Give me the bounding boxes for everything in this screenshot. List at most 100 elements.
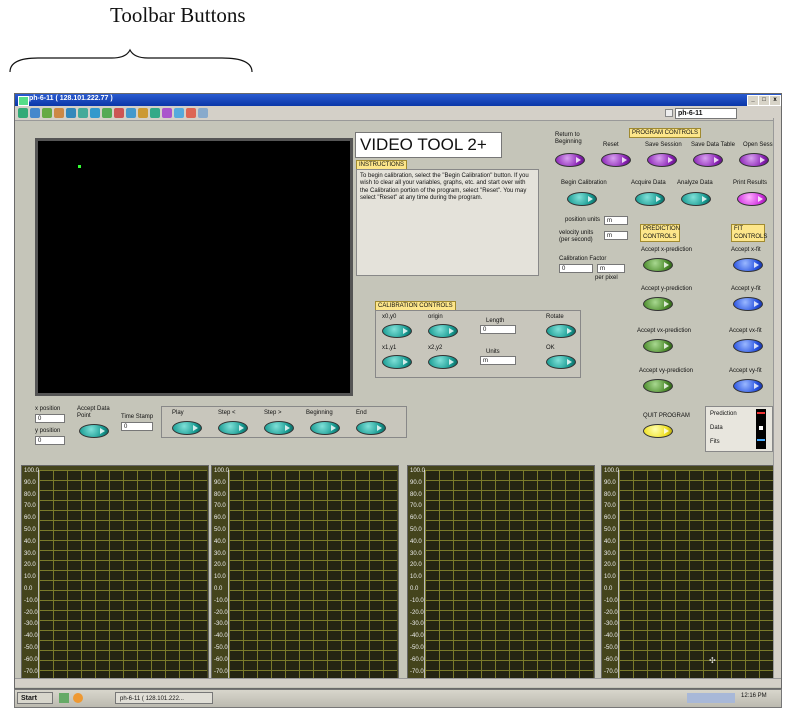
accept-y-prediction-button[interactable] (643, 297, 673, 311)
quicklaunch-icon[interactable] (59, 693, 69, 703)
x-position-label: x position (35, 406, 61, 412)
tool-icon[interactable] (174, 108, 184, 118)
plot-area[interactable] (618, 470, 781, 678)
accept-vx-prediction-label: Accept vx-prediction (637, 328, 692, 334)
y-axis-tick-label: 50.0 (214, 527, 226, 533)
tool-icon[interactable] (102, 108, 112, 118)
plot-area[interactable] (38, 470, 207, 678)
length-field[interactable]: 0 (480, 325, 516, 334)
position-units-label: position units (565, 217, 601, 223)
y-graph[interactable]: 100.0 90.0 80.0 70.0 60.0 50.0 40.0 30.0 20.0 10.… (211, 465, 399, 680)
y-axis-tick-label: 50.0 (24, 527, 36, 533)
return-to-beginning-button[interactable] (555, 153, 585, 167)
tool-icon[interactable] (54, 108, 64, 118)
set-x1y1-button[interactable] (382, 355, 412, 369)
arrow-tool-icon[interactable] (18, 108, 28, 118)
legend-fits-swatch (757, 439, 765, 441)
y-axis-tick-label: -30.0 (24, 621, 38, 628)
instructions-text: To begin calibration, select the "Begin … (356, 169, 539, 276)
rotate-button[interactable] (546, 324, 576, 338)
accept-x-fit-button[interactable] (733, 258, 763, 272)
accept-vx-prediction-button[interactable] (643, 339, 673, 353)
plot-area[interactable] (228, 470, 397, 678)
step-back-button[interactable] (218, 421, 248, 435)
position-units-field[interactable]: m (604, 216, 628, 225)
accept-vx-fit-button[interactable] (733, 339, 763, 353)
end-button[interactable] (356, 421, 386, 435)
y-axis-tick-label: 80.0 (24, 491, 36, 498)
taskbar-item-app[interactable]: ph-6-11 ( 128.101.222... (115, 692, 213, 704)
video-display[interactable] (35, 138, 353, 396)
program-controls-label: PROGRAM CONTROLS (629, 128, 702, 138)
set-origin-button[interactable] (428, 324, 458, 338)
start-button[interactable]: Start (17, 692, 53, 704)
origin-label: origin (428, 314, 443, 320)
accept-vy-fit-button[interactable] (733, 379, 763, 393)
save-session-button[interactable] (647, 153, 677, 167)
accept-y-fit-button[interactable] (733, 297, 763, 311)
tool-icon[interactable] (30, 108, 40, 118)
y-axis-tick-label: -70.0 (604, 668, 618, 675)
tool-icon[interactable] (66, 108, 76, 118)
y-axis-tick-label: 40.0 (24, 538, 36, 545)
plot-area[interactable] (424, 470, 593, 678)
tool-icon[interactable] (138, 108, 148, 118)
tool-icon[interactable] (150, 108, 160, 118)
calibration-factor-unit[interactable]: m (597, 264, 625, 273)
tool-icon[interactable] (42, 108, 52, 118)
set-x2y2-button[interactable] (428, 355, 458, 369)
velocity-units-label: velocity units (per second) (559, 230, 594, 243)
tool-icon[interactable] (126, 108, 136, 118)
vx-graph[interactable]: 100.0 90.0 80.0 70.0 60.0 50.0 40.0 30.0 20.0 10.… (407, 465, 595, 680)
tool-icon[interactable] (90, 108, 100, 118)
accept-vy-prediction-button[interactable] (643, 379, 673, 393)
y-axis-tick-label: 10.0 (410, 574, 422, 581)
open-session-label: Open Sess (743, 142, 773, 148)
tool-icon[interactable] (186, 108, 196, 118)
y-axis-tick-label: -60.0 (410, 656, 424, 663)
reset-button[interactable] (601, 153, 631, 167)
rotate-label: Rotate (546, 314, 564, 320)
analyze-data-button[interactable] (681, 192, 711, 206)
step-forward-button[interactable] (264, 421, 294, 435)
x-position-field: 0 (35, 414, 65, 423)
y-axis-tick-label: -50.0 (24, 645, 38, 651)
fit-controls-label: FIT CONTROLS (731, 224, 767, 242)
vertical-scrollbar[interactable] (773, 118, 781, 678)
tool-icon[interactable] (114, 108, 124, 118)
velocity-units-field[interactable]: m (604, 231, 628, 240)
accept-data-point-button[interactable] (79, 424, 109, 438)
system-tray-icons[interactable] (687, 693, 735, 703)
y-axis-tick-label: 100.0 (214, 468, 230, 474)
quit-program-button[interactable] (643, 424, 673, 438)
close-button[interactable]: x (769, 95, 781, 106)
ok-label: OK (546, 345, 555, 351)
tool-icon[interactable] (198, 108, 208, 118)
begin-calibration-button[interactable] (567, 192, 597, 206)
save-data-table-button[interactable] (693, 153, 723, 167)
browser-icon[interactable] (73, 693, 83, 703)
tool-icon[interactable] (162, 108, 172, 118)
calibration-factor-field[interactable]: 0 (559, 264, 593, 273)
x-graph[interactable]: 100.0 90.0 80.0 70.0 60.0 50.0 40.0 30.0 20.0 10.… (21, 465, 209, 680)
tool-icon[interactable] (78, 108, 88, 118)
play-button[interactable] (172, 421, 202, 435)
ok-button[interactable] (546, 355, 576, 369)
y-axis-tick-label: 50.0 (410, 527, 422, 533)
vy-graph[interactable]: 100.0 90.0 80.0 70.0 60.0 50.0 40.0 30.0 20.0 10.… (601, 465, 781, 680)
accept-x-prediction-button[interactable] (643, 258, 673, 272)
y-axis-tick-label: 60.0 (24, 515, 36, 522)
open-session-button[interactable] (739, 153, 769, 167)
y-axis-tick-label: -60.0 (214, 656, 228, 663)
horizontal-scrollbar[interactable] (15, 678, 781, 687)
y-axis-tick-label: 30.0 (24, 550, 36, 557)
print-results-button[interactable] (737, 192, 767, 206)
vi-name-field[interactable]: ph-6-11 (675, 108, 737, 119)
beginning-button[interactable] (310, 421, 340, 435)
units-field[interactable]: m (480, 356, 516, 365)
acquire-data-button[interactable] (635, 192, 665, 206)
app-icon (18, 96, 29, 106)
tracking-point (78, 165, 81, 168)
y-axis-tick-label: -20.0 (214, 609, 228, 616)
set-x0y0-button[interactable] (382, 324, 412, 338)
